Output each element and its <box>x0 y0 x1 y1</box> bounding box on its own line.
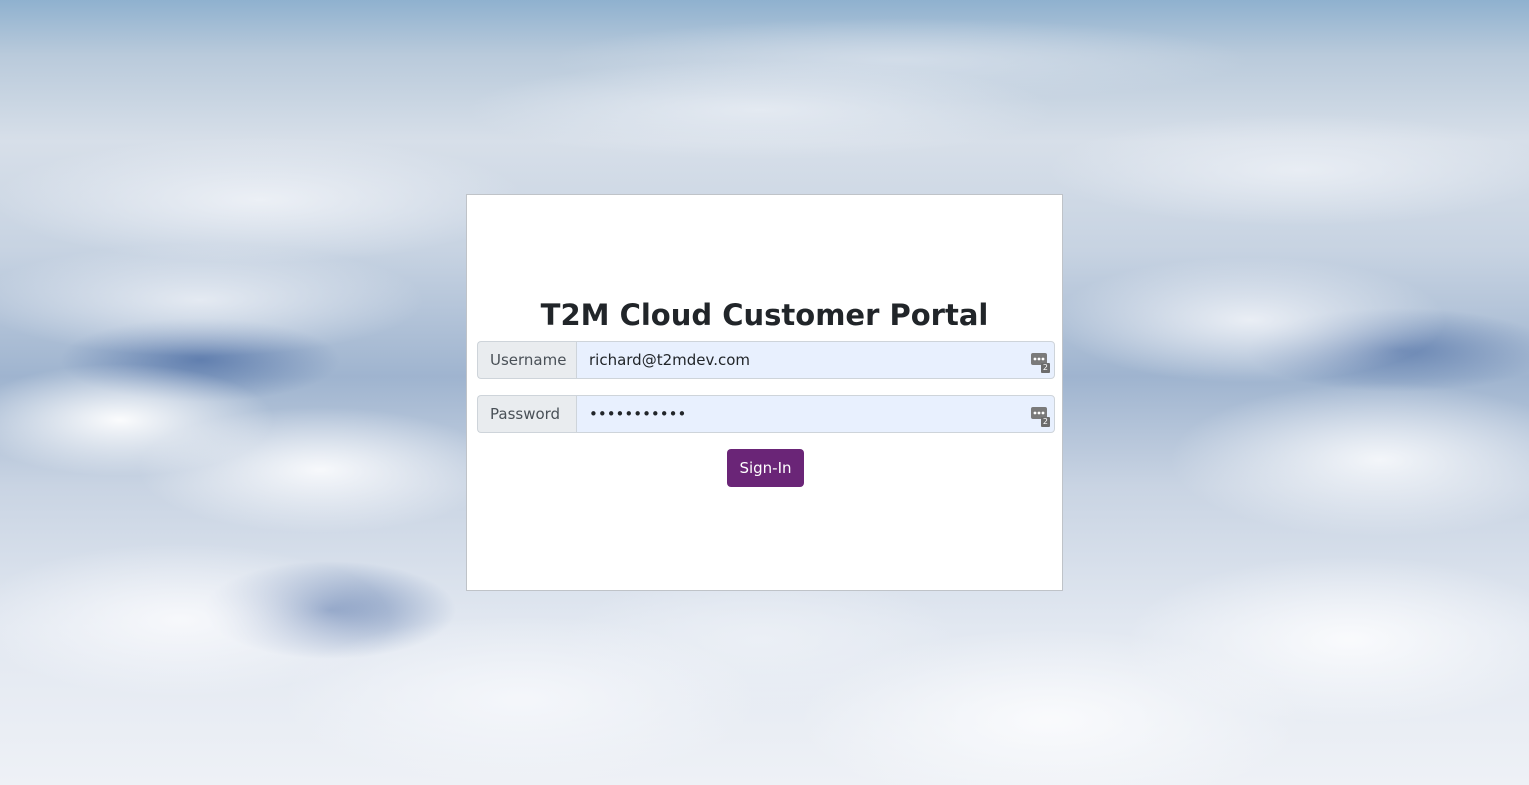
password-manager-count-badge: 2 <box>1040 417 1050 427</box>
password-label: Password <box>477 395 576 433</box>
password-input-wrap: 2 <box>576 395 1055 433</box>
password-field-group: Password 2 <box>477 395 1055 433</box>
password-manager-icon[interactable]: 2 <box>1031 406 1050 427</box>
page-title: T2M Cloud Customer Portal <box>540 298 989 332</box>
username-field-group: Username 2 <box>477 341 1055 379</box>
username-input-wrap: 2 <box>576 341 1055 379</box>
password-input[interactable] <box>576 395 1055 433</box>
sign-in-button[interactable]: Sign-In <box>727 449 804 487</box>
password-manager-count-badge: 2 <box>1040 363 1050 373</box>
password-manager-icon[interactable]: 2 <box>1031 352 1050 373</box>
username-label: Username <box>477 341 576 379</box>
login-card: T2M Cloud Customer Portal Username 2 Pas… <box>466 194 1063 591</box>
username-input[interactable] <box>576 341 1055 379</box>
